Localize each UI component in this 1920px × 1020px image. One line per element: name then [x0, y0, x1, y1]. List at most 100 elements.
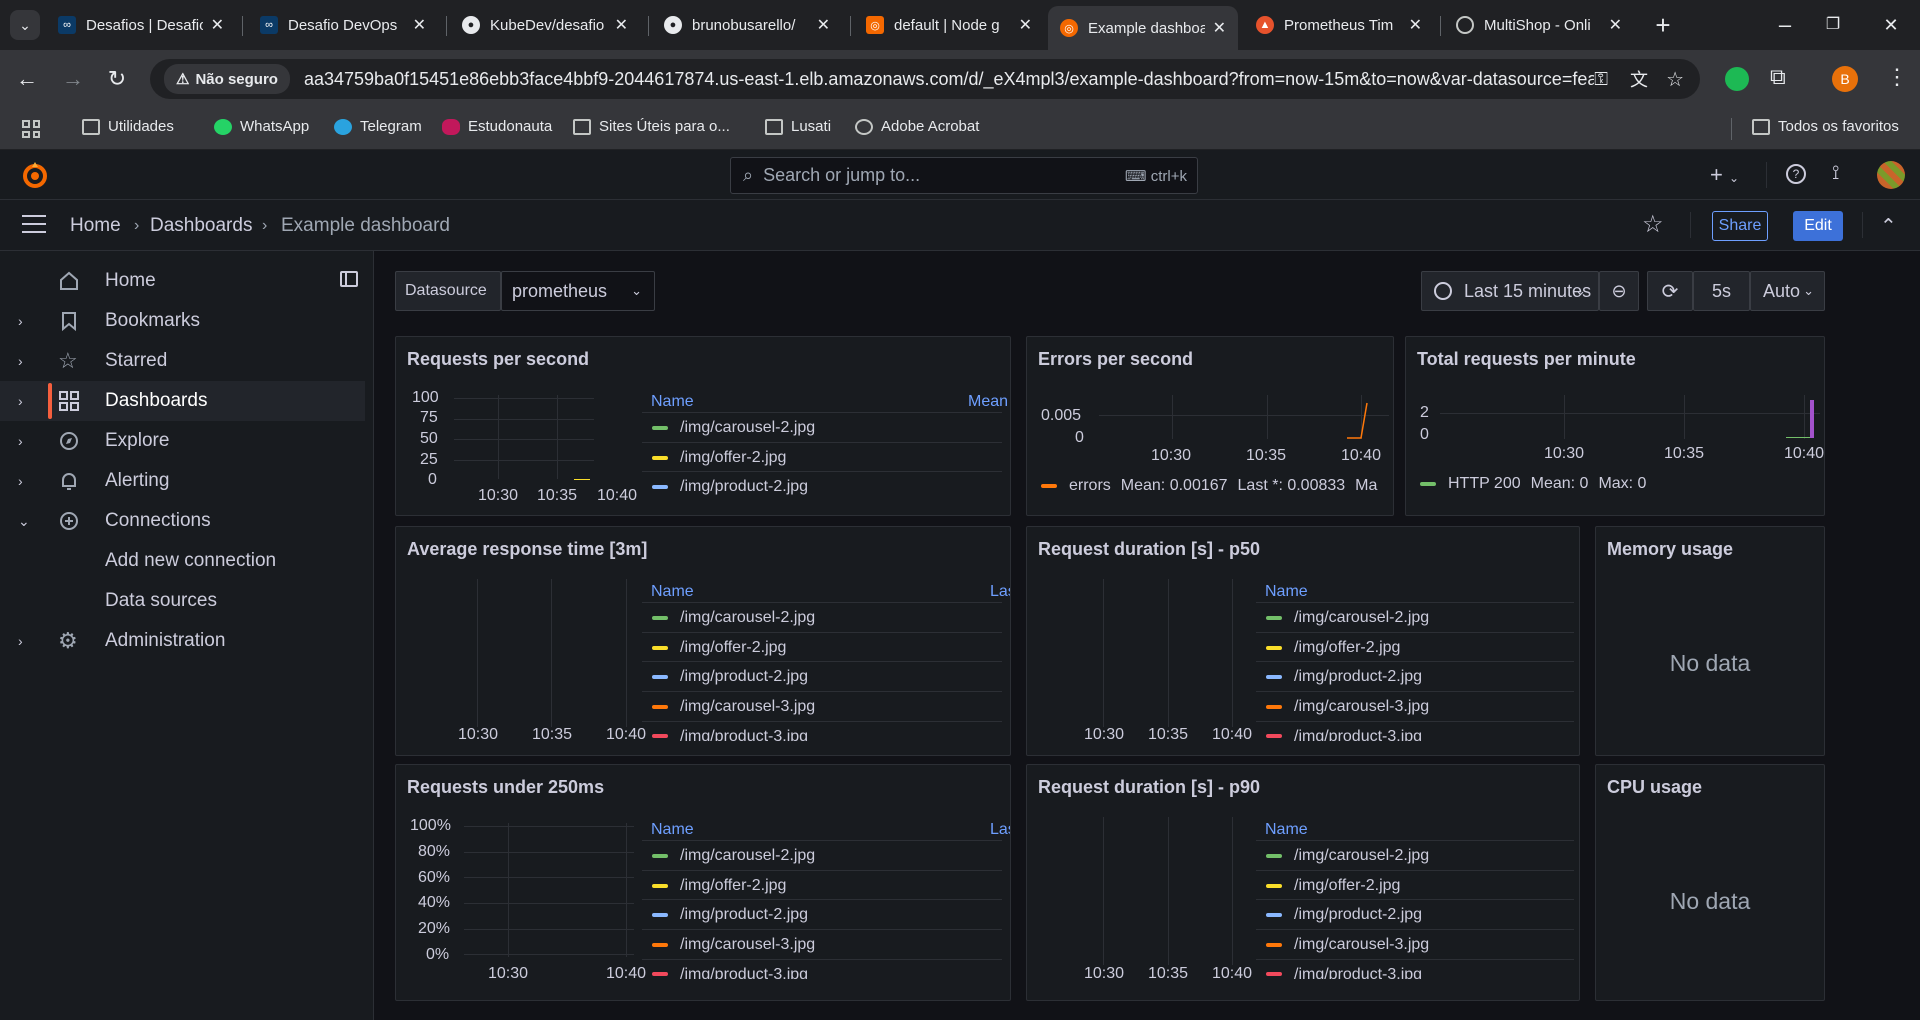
legend-item[interactable]: errors Mean: 0.00167 Last *: 0.00833 Ma — [1041, 477, 1377, 495]
collapse-chevron-up-icon[interactable]: ⌄ — [1880, 212, 1897, 237]
legend-header-name[interactable]: Name — [651, 393, 694, 411]
user-avatar[interactable] — [1877, 161, 1905, 189]
restore-window-button[interactable]: ❐ — [1818, 10, 1848, 40]
legend-item[interactable]: /img/offer-2.jpg — [642, 632, 1002, 662]
browser-tab[interactable]: ∞ Desafios | Desafio ✕ — [46, 7, 236, 43]
legend-item[interactable]: /img/offer-2.jpg — [642, 442, 1002, 472]
chevron-right-icon[interactable]: › — [18, 353, 23, 369]
help-icon[interactable]: ? — [1786, 164, 1806, 184]
apps-grid-icon[interactable] — [22, 120, 40, 138]
legend-item[interactable]: /img/offer-2.jpg — [642, 870, 1002, 900]
new-tab-button[interactable]: + — [1648, 10, 1678, 40]
sidebar-item-bookmarks[interactable]: › Bookmarks — [0, 301, 365, 341]
legend-header-last[interactable]: Last — [990, 821, 1010, 839]
chevron-right-icon[interactable]: › — [18, 393, 23, 409]
close-icon[interactable]: ✕ — [1019, 15, 1032, 35]
bookmark-lusati[interactable]: Lusati — [765, 118, 831, 135]
datasource-variable-select[interactable]: prometheus ⌄ — [501, 271, 655, 311]
news-feed-icon[interactable]: ⟟ — [1832, 162, 1839, 185]
browser-tab[interactable]: ● brunobusarello/ ✕ — [652, 7, 842, 43]
legend-item[interactable]: /img/carousel-2.jpg — [642, 840, 1002, 870]
reload-button[interactable]: ↻ — [102, 64, 132, 94]
close-icon[interactable]: ✕ — [413, 15, 426, 35]
sidebar-item-connections[interactable]: ⌄ Connections — [0, 501, 365, 541]
legend-header-last[interactable]: Last — [990, 583, 1010, 601]
legend-header-mean[interactable]: Mean — [968, 393, 1008, 411]
url-text[interactable]: aa34759ba0f15451e86ebb3face4bbf9-2044617… — [304, 69, 1594, 90]
sidebar-item-administration[interactable]: › ⚙ Administration — [0, 621, 365, 661]
time-range-picker[interactable]: Last 15 minutes ⌄ — [1421, 271, 1599, 311]
legend-item[interactable]: /img/carousel-3.jpg — [1256, 929, 1574, 959]
edit-button[interactable]: Edit — [1793, 211, 1843, 241]
extensions-puzzle-icon[interactable]: ⧉ — [1770, 64, 1786, 90]
translate-icon[interactable]: 文 — [1630, 66, 1648, 92]
browser-tab[interactable]: MultiShop - Onli ✕ — [1444, 7, 1634, 43]
panel-requests-under-250ms[interactable]: Requests under 250ms 100% 80% 60% 40% 20… — [395, 764, 1011, 1001]
browser-tab-active[interactable]: ◎ Example dashboard ✕ — [1048, 6, 1238, 50]
back-button[interactable]: ← — [12, 64, 42, 94]
bookmark-adobe-acrobat[interactable]: Adobe Acrobat — [855, 118, 979, 135]
chevron-right-icon[interactable]: › — [18, 473, 23, 489]
close-icon[interactable]: ✕ — [211, 15, 224, 35]
refresh-interval-button[interactable]: 5s — [1693, 271, 1750, 311]
security-chip[interactable]: ⚠ Não seguro — [164, 64, 290, 94]
legend-item[interactable]: /img/carousel-2.jpg — [642, 602, 1002, 632]
panel-request-duration-p90[interactable]: Request duration [s] - p90 10:30 10:35 1… — [1026, 764, 1580, 1001]
browser-tab[interactable]: ▲ Prometheus Tim ✕ — [1244, 7, 1434, 43]
panel-total-requests-per-minute[interactable]: Total requests per minute 2 0 10:30 10:3… — [1405, 336, 1825, 516]
legend-item[interactable]: /img/offer-2.jpg — [1256, 870, 1574, 900]
legend-item[interactable]: /img/product-3.jpg — [1256, 959, 1574, 979]
close-icon[interactable]: ✕ — [615, 15, 628, 35]
legend-item[interactable]: /img/carousel-3.jpg — [642, 929, 1002, 959]
panel-request-duration-p50[interactable]: Request duration [s] - p50 10:30 10:35 1… — [1026, 526, 1580, 756]
extension-icon[interactable] — [1725, 67, 1749, 91]
bookmark-sites-uteis[interactable]: Sites Úteis para o... — [573, 118, 730, 135]
legend-item[interactable]: /img/carousel-3.jpg — [1256, 691, 1574, 721]
browser-tab[interactable]: ● KubeDev/desafio ✕ — [450, 7, 640, 43]
legend-header-name[interactable]: Name — [1265, 821, 1308, 839]
close-window-button[interactable]: ✕ — [1876, 10, 1906, 40]
bookmark-telegram[interactable]: Telegram — [334, 118, 422, 135]
close-icon[interactable]: ✕ — [1213, 18, 1226, 38]
all-favorites-folder[interactable]: Todos os favoritos — [1752, 118, 1899, 135]
key-icon[interactable]: ⚿ — [1594, 69, 1608, 90]
browser-tab[interactable]: ◎ default | Node g ✕ — [854, 7, 1044, 43]
legend-item[interactable]: /img/offer-2.jpg — [1256, 632, 1574, 662]
close-icon[interactable]: ✕ — [817, 15, 830, 35]
browser-tab[interactable]: ∞ Desafio DevOps ✕ — [248, 7, 438, 43]
legend-item[interactable]: /img/carousel-3.jpg — [642, 691, 1002, 721]
legend-header-name[interactable]: Name — [651, 583, 694, 601]
legend-item[interactable]: /img/carousel-2.jpg — [642, 412, 1002, 442]
legend-header-name[interactable]: Name — [1265, 583, 1308, 601]
search-input[interactable]: ⌕ Search or jump to... ⌨ ctrl+k — [730, 157, 1198, 194]
legend-item[interactable]: /img/product-3.jpg — [642, 959, 1002, 979]
chevron-right-icon[interactable]: › — [18, 313, 23, 329]
panel-cpu-usage[interactable]: CPU usage No data — [1595, 764, 1825, 1001]
forward-button[interactable]: → — [58, 64, 88, 94]
panel-average-response-time[interactable]: Average response time [3m] 10:30 10:35 1… — [395, 526, 1011, 756]
close-icon[interactable]: ✕ — [1609, 15, 1622, 35]
browser-menu-icon[interactable]: ⋮ — [1886, 64, 1908, 90]
legend-item[interactable]: /img/product-2.jpg — [1256, 661, 1574, 691]
grafana-logo-icon[interactable] — [20, 160, 50, 190]
breadcrumb-dashboards[interactable]: Dashboards — [150, 215, 252, 237]
close-icon[interactable]: ✕ — [1409, 15, 1422, 35]
legend-item[interactable]: /img/product-2.jpg — [642, 661, 1002, 691]
auto-refresh-dropdown[interactable]: Auto ⌄ — [1750, 271, 1825, 311]
profile-avatar[interactable]: B — [1832, 66, 1858, 92]
breadcrumb-home[interactable]: Home — [70, 215, 121, 237]
refresh-button[interactable]: ⟳ — [1647, 271, 1693, 311]
menu-toggle-icon[interactable] — [22, 215, 46, 233]
sidebar-item-alerting[interactable]: › Alerting — [0, 461, 365, 501]
sidebar-item-starred[interactable]: › ☆ Starred — [0, 341, 365, 381]
legend-item[interactable]: /img/product-2.jpg — [642, 471, 1002, 501]
sidebar-item-explore[interactable]: › Explore — [0, 421, 365, 461]
bookmark-estudonauta[interactable]: Estudonauta — [442, 118, 552, 135]
legend-item[interactable]: /img/carousel-2.jpg — [1256, 840, 1574, 870]
panel-requests-per-second[interactable]: Requests per second 100 75 50 25 0 10:30… — [395, 336, 1011, 516]
chevron-down-icon[interactable]: ⌄ — [18, 513, 30, 530]
mark-favorite-star-icon[interactable]: ☆ — [1642, 210, 1664, 239]
minimize-window-button[interactable]: – — [1770, 10, 1800, 40]
tab-search-button[interactable]: ⌄ — [10, 10, 40, 40]
legend-item[interactable]: /img/product-3.jpg — [1256, 721, 1574, 741]
